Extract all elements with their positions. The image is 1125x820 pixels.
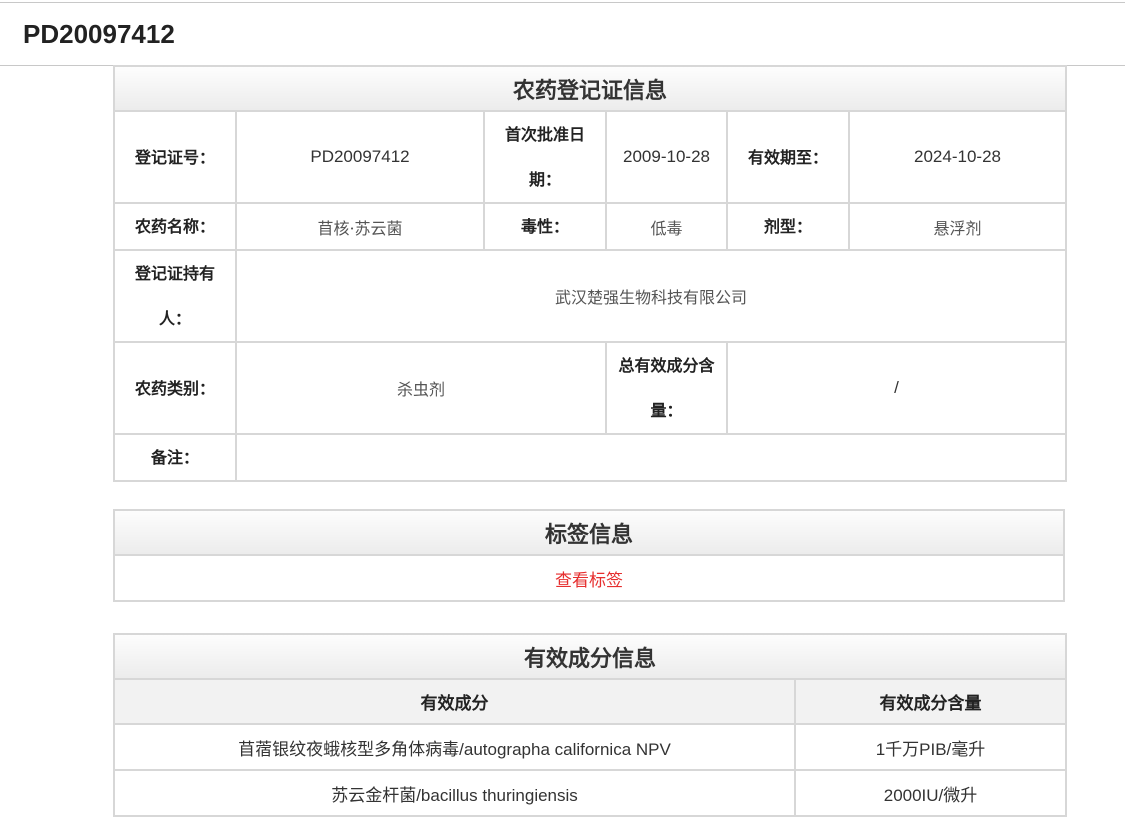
holder-value: 武汉楚强生物科技有限公司 [234,249,1068,343]
label-info-table: 标签信息 查看标签 [113,509,1065,602]
reg-no-label: 登记证号： [113,110,237,204]
reg-no-value: PD20097412 [235,110,485,204]
ingredients-caption: 有效成分信息 [112,633,1068,680]
pesticide-name-label: 农药名称： [113,202,237,251]
ingredient-name: 苜蓿银纹夜蛾核型多角体病毒/autographa californica NPV [113,723,796,771]
first-approval-value: 2009-10-28 [605,110,728,204]
toxicity-value: 低毒 [605,202,728,251]
formulation-label: 剂型： [726,202,850,251]
ingredient-name-header: 有效成分 [113,678,796,725]
label-info-caption: 标签信息 [113,509,1065,556]
ingredient-content: 2000IU/微升 [793,769,1068,817]
registration-caption: 农药登记证信息 [112,65,1068,112]
valid-until-value: 2024-10-28 [847,110,1068,204]
table-row: 苜蓿银纹夜蛾核型多角体病毒/autographa californica NPV… [113,723,1068,771]
ingredient-content-header: 有效成分含量 [793,678,1068,725]
page-title: PD20097412 [23,19,175,49]
first-approval-label: 首次批准日期： [483,110,607,204]
valid-until-label: 有效期至： [726,110,850,204]
holder-label: 登记证持有人： [113,249,237,343]
view-label-link[interactable]: 查看标签 [555,571,623,591]
table-row: 苏云金杆菌/bacillus thuringiensis 2000IU/微升 [113,769,1068,817]
remark-value [234,433,1068,482]
label-link-cell: 查看标签 [113,554,1065,602]
ingredients-table: 有效成分信息 有效成分 有效成分含量 苜蓿银纹夜蛾核型多角体病毒/autogra… [112,633,1068,817]
total-content-label: 总有效成分含量： [605,341,728,435]
remark-label: 备注： [113,433,237,482]
top-border [0,2,1125,3]
category-value: 杀虫剂 [235,341,607,435]
toxicity-label: 毒性： [483,202,607,251]
ingredient-content: 1千万PIB/毫升 [793,723,1068,771]
category-label: 农药类别： [113,341,237,435]
total-content-value: / [725,341,1068,435]
formulation-value: 悬浮剂 [847,202,1068,251]
registration-table: 农药登记证信息 登记证号： PD20097412 首次批准日期： 2009-10… [112,65,1068,482]
ingredient-name: 苏云金杆菌/bacillus thuringiensis [113,769,796,817]
pesticide-name-value: 苜核·苏云菌 [235,202,485,251]
